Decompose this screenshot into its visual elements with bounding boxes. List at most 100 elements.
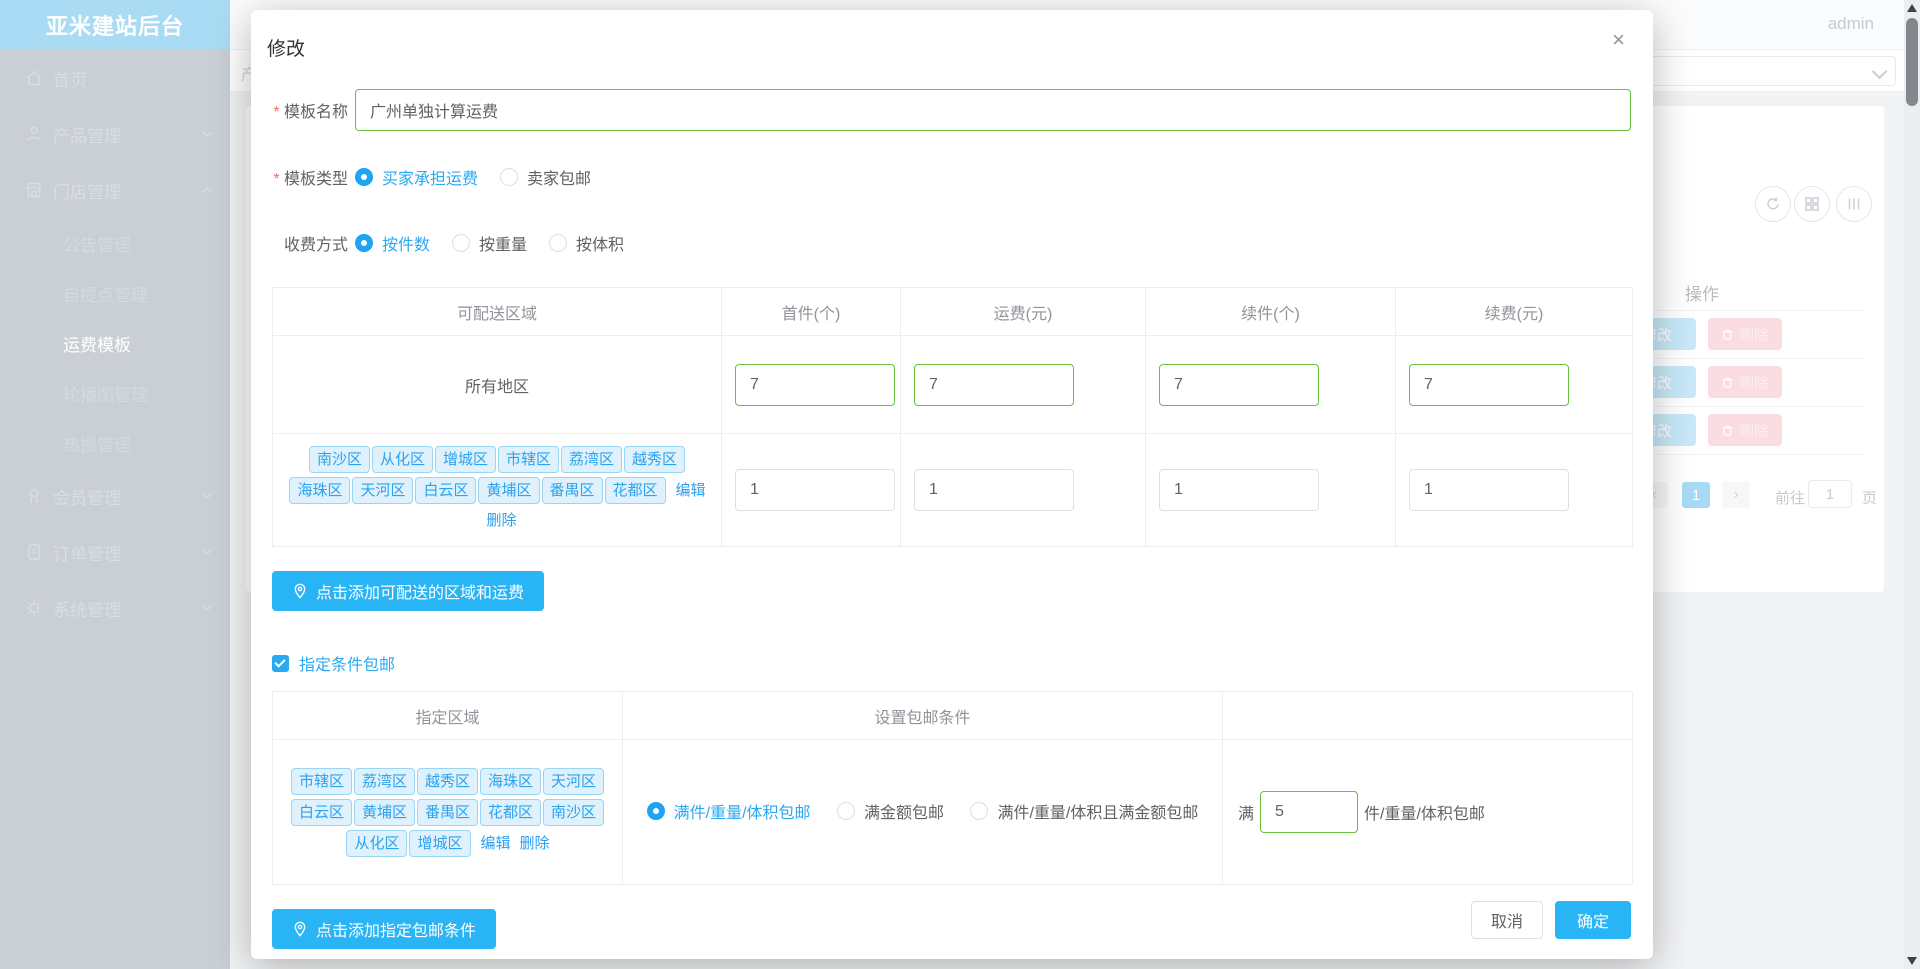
additional-piece-input[interactable] xyxy=(1159,469,1319,511)
sidebar-subitem-label: 运费模板 xyxy=(63,335,131,355)
pagination-goto-input[interactable] xyxy=(1808,480,1852,508)
sidebar-item-label: 系统管理 xyxy=(53,600,121,620)
threshold-input[interactable] xyxy=(1260,791,1359,833)
region-tag[interactable]: 荔湾区 xyxy=(561,446,623,473)
chevron-down-icon xyxy=(1871,63,1888,80)
confirm-button[interactable]: 确定 xyxy=(1554,901,1631,939)
sidebar-item-products[interactable]: 产品管理 xyxy=(0,106,230,162)
region-tag[interactable]: 白云区 xyxy=(290,798,352,826)
row-delete-button[interactable]: 删除 xyxy=(1708,318,1782,350)
delete-region-link[interactable]: 删除 xyxy=(520,835,550,852)
sidebar-item-system[interactable]: 系统管理 xyxy=(0,580,230,636)
store-icon xyxy=(26,182,42,198)
region-tag[interactable]: 海珠区 xyxy=(480,767,542,795)
region-tag[interactable]: 花都区 xyxy=(480,798,542,826)
sidebar-subitem-label: 公告管理 xyxy=(63,235,131,255)
region-tag[interactable]: 海珠区 xyxy=(289,477,351,504)
region-tag[interactable]: 增城区 xyxy=(434,446,496,473)
threshold-suffix: 件/重量/体积包邮 xyxy=(1364,806,1485,823)
region-tag[interactable]: 天河区 xyxy=(543,767,605,795)
delete-region-link[interactable]: 删除 xyxy=(486,512,516,529)
cancel-button[interactable]: 取消 xyxy=(1470,901,1543,939)
radio-free-by-amount[interactable]: 满金额包邮 xyxy=(836,799,944,823)
sidebar-item-home[interactable]: 首页 xyxy=(0,50,230,106)
fee-input[interactable] xyxy=(914,363,1074,406)
edit-region-link[interactable]: 编辑 xyxy=(481,835,511,852)
sidebar-subitem-pickup-points[interactable]: 自提点管理 xyxy=(0,268,230,318)
col-header-first-piece: 首件(个) xyxy=(721,287,901,336)
region-tag[interactable]: 南沙区 xyxy=(308,446,370,473)
chevron-up-icon xyxy=(202,186,212,193)
grid-icon xyxy=(1805,197,1819,211)
scrollbar-thumb[interactable] xyxy=(1906,18,1918,106)
username-menu[interactable]: admin xyxy=(1828,14,1874,34)
region-tag[interactable]: 越秀区 xyxy=(416,767,478,795)
col-header-condition: 设置包邮条件 xyxy=(622,691,1223,740)
region-tags-cell: 南沙区 从化区 增城区 市辖区 荔湾区 越秀区海珠区 天河区 白云区 黄埔区 番禺区 花都区 编辑删除 xyxy=(272,433,722,547)
additional-fee-input[interactable] xyxy=(1409,363,1569,406)
edit-region-link[interactable]: 编辑 xyxy=(676,482,706,499)
region-tag[interactable]: 黄埔区 xyxy=(353,798,415,826)
additional-fee-input[interactable] xyxy=(1409,469,1569,511)
sidebar-item-label: 首页 xyxy=(53,70,87,90)
sidebar-subitem-shipping-templates[interactable]: 运费模板 xyxy=(0,318,230,368)
first-piece-input[interactable] xyxy=(735,363,895,406)
sidebar-item-stores[interactable]: 门店管理 xyxy=(0,162,230,218)
add-condition-button[interactable]: 点击添加指定包邮条件 xyxy=(272,909,497,949)
refresh-toolbar-button[interactable] xyxy=(1755,186,1791,222)
sidebar-subitem-announcements[interactable]: 公告管理 xyxy=(0,218,230,268)
radio-free-by-quantity-and-amount[interactable]: 满件/重量/体积且满金额包邮 xyxy=(970,799,1198,823)
sidebar-item-members[interactable]: 会员管理 xyxy=(0,468,230,524)
region-tag[interactable]: 从化区 xyxy=(346,829,408,857)
close-icon[interactable]: × xyxy=(1606,28,1631,52)
region-tag[interactable]: 荔湾区 xyxy=(353,767,415,795)
col-header-region: 可配送区域 xyxy=(272,287,722,336)
template-name-input[interactable] xyxy=(355,89,1631,131)
radio-free-by-quantity[interactable]: 满件/重量/体积包邮 xyxy=(646,799,811,823)
region-tag[interactable]: 白云区 xyxy=(415,477,477,504)
page-scrollbar[interactable] xyxy=(1904,0,1920,969)
sidebar-subitem-hot-search[interactable]: 热搜管理 xyxy=(0,418,230,468)
radio-seller-free-shipping[interactable]: 卖家包邮 xyxy=(500,165,591,189)
scroll-up-arrow-icon[interactable] xyxy=(1907,4,1917,12)
radio-unchecked-icon xyxy=(836,802,855,820)
region-tag[interactable]: 越秀区 xyxy=(624,446,686,473)
row-delete-button[interactable]: 删除 xyxy=(1708,366,1782,398)
region-tag[interactable]: 天河区 xyxy=(352,477,414,504)
region-tag[interactable]: 黄埔区 xyxy=(478,477,540,504)
table-row: 南沙区 从化区 增城区 市辖区 荔湾区 越秀区海珠区 天河区 白云区 黄埔区 番禺区 花都区 编辑删除 xyxy=(272,433,1633,547)
columns-toolbar-button[interactable] xyxy=(1836,186,1872,222)
sidebar: 亚米建站后台 首页 产品管理 门店管理 公告管理 自提点管理 运费模板 轮播图管… xyxy=(0,0,230,969)
shipping-fee-table: 可配送区域 首件(个) 运费(元) 续件(个) 续费(元) 所有地区 南沙区从化… xyxy=(272,287,1633,547)
scroll-down-arrow-icon[interactable] xyxy=(1907,957,1917,965)
region-tag[interactable]: 市辖区 xyxy=(498,446,560,473)
sidebar-item-orders[interactable]: 订单管理 xyxy=(0,524,230,580)
radio-buyer-pays[interactable]: 买家承担运费 xyxy=(355,165,478,189)
region-tag[interactable]: 番禺区 xyxy=(541,477,603,504)
pagination-next-button[interactable]: › xyxy=(1722,482,1750,508)
region-tag[interactable]: 番禺区 xyxy=(416,798,478,826)
region-tag[interactable]: 南沙区 xyxy=(543,798,605,826)
grid-toolbar-button[interactable] xyxy=(1794,186,1830,222)
region-tag[interactable]: 花都区 xyxy=(604,477,666,504)
region-tag[interactable]: 从化区 xyxy=(371,446,433,473)
pagination-page-1[interactable]: 1 xyxy=(1682,482,1710,508)
additional-piece-input[interactable] xyxy=(1159,363,1319,406)
free-condition-checkbox[interactable] xyxy=(272,654,289,672)
add-region-button[interactable]: 点击添加可配送的区域和运费 xyxy=(272,571,545,611)
sidebar-item-label: 订单管理 xyxy=(53,544,121,564)
radio-unchecked-icon xyxy=(549,234,568,252)
fee-input[interactable] xyxy=(914,469,1074,511)
radio-by-piece[interactable]: 按件数 xyxy=(355,231,430,255)
region-tag[interactable]: 市辖区 xyxy=(290,767,352,795)
radio-by-weight[interactable]: 按重量 xyxy=(452,231,527,255)
edit-template-dialog: 修改 × 模板名称 模板类型 买家承担运费 卖家包邮 收费方式 按件数 xyxy=(251,10,1653,959)
sidebar-subitem-carousel[interactable]: 轮播图管理 xyxy=(0,368,230,418)
region-tag[interactable]: 增城区 xyxy=(409,829,471,857)
threshold-prefix: 满 xyxy=(1238,806,1255,823)
sidebar-item-label: 会员管理 xyxy=(53,488,121,508)
order-doc-icon xyxy=(28,544,40,560)
row-delete-button[interactable]: 删除 xyxy=(1708,414,1782,446)
first-piece-input[interactable] xyxy=(735,469,895,511)
radio-by-volume[interactable]: 按体积 xyxy=(549,231,624,255)
